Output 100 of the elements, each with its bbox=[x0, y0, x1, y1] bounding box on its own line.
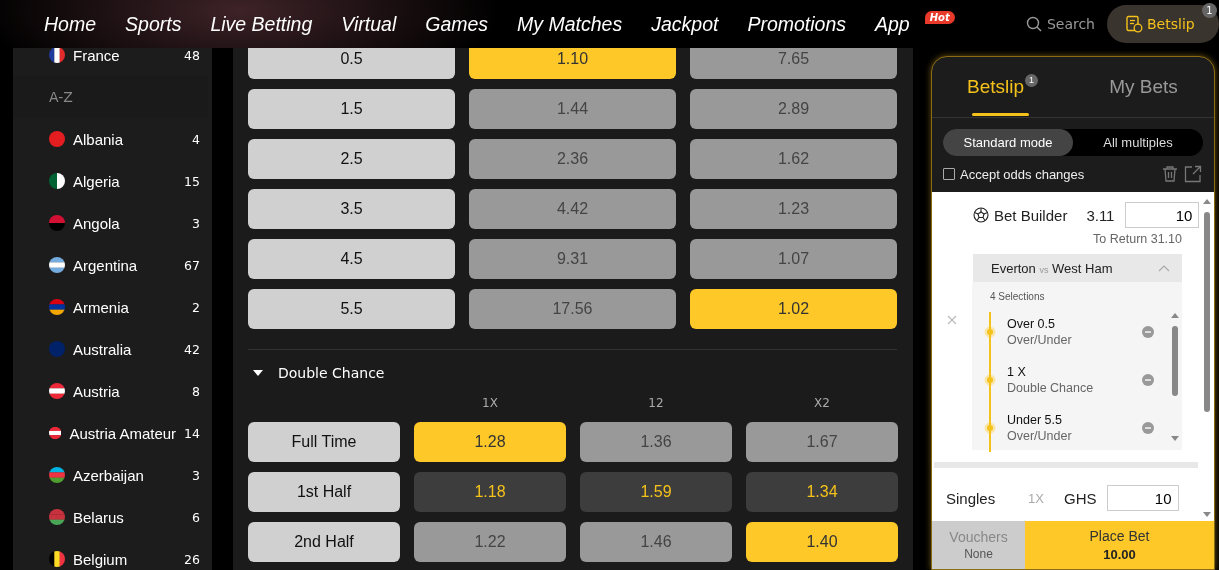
odds-button[interactable]: 1.46 bbox=[580, 522, 732, 562]
row-label: 1st Half bbox=[248, 472, 400, 512]
count-badge: 1 bbox=[1202, 3, 1217, 18]
search-button[interactable]: Search bbox=[1025, 16, 1095, 32]
country-name: Belgium bbox=[73, 550, 129, 568]
line-label: 0.5 bbox=[248, 48, 455, 79]
country-item[interactable]: Belgium 26 bbox=[13, 538, 212, 570]
nav-link[interactable]: Games bbox=[425, 12, 489, 36]
country-item[interactable]: Angola 3 bbox=[13, 202, 212, 244]
trash-icon bbox=[1161, 165, 1179, 183]
section-title: A-Z bbox=[49, 89, 73, 105]
search-icon bbox=[1025, 16, 1042, 32]
country-item[interactable]: Belarus 6 bbox=[13, 496, 212, 538]
hot-badge: Hot bbox=[924, 10, 955, 24]
nav-link[interactable]: My Matches bbox=[517, 12, 623, 36]
odds-button[interactable]: 1.34 bbox=[746, 472, 898, 512]
bet-title: Bet Builder bbox=[994, 206, 1068, 224]
match-count: 8 bbox=[192, 383, 200, 399]
country-item[interactable]: Austria Amateur 14 bbox=[13, 412, 212, 454]
nav-link[interactable]: Sports bbox=[125, 12, 182, 36]
odds-button[interactable]: 1.36 bbox=[580, 422, 732, 462]
mode-option[interactable]: Standard mode bbox=[943, 129, 1073, 156]
odds-button[interactable]: 1.22 bbox=[414, 522, 566, 562]
checkbox[interactable] bbox=[943, 168, 955, 180]
market-header[interactable]: Double Chance bbox=[248, 350, 897, 396]
match-count: 2 bbox=[192, 299, 200, 315]
remove-icon bbox=[1142, 326, 1154, 338]
match-header[interactable]: Everton vs West Ham bbox=[973, 254, 1182, 282]
flag-icon bbox=[49, 131, 65, 147]
country-name: Armenia bbox=[73, 298, 130, 316]
row-label: Full Time bbox=[248, 422, 400, 462]
singles-label: Singles bbox=[946, 489, 997, 507]
selection-market: Double Chance bbox=[1007, 381, 1095, 395]
timeline-dot bbox=[984, 326, 996, 338]
place-bet-button[interactable]: Place Bet 10.00 bbox=[1025, 521, 1214, 569]
nav-link[interactable]: Jackpot bbox=[651, 12, 719, 36]
country-item[interactable]: Armenia 2 bbox=[13, 286, 212, 328]
country-item[interactable]: Austria 8 bbox=[13, 370, 212, 412]
country-item[interactable]: Algeria 15 bbox=[13, 160, 212, 202]
flag-icon bbox=[49, 383, 65, 399]
remove-icon bbox=[1142, 422, 1154, 434]
betslip-tab[interactable]: Betslip 1 bbox=[932, 57, 1073, 117]
flag-icon bbox=[49, 299, 65, 315]
match-count: 3 bbox=[192, 467, 200, 483]
odds-button[interactable]: 2.36 bbox=[469, 139, 676, 179]
country-name: Angola bbox=[73, 214, 121, 232]
country-name: Austria bbox=[73, 382, 121, 400]
country-item[interactable]: Australia 42 bbox=[13, 328, 212, 370]
odds-button[interactable]: 1.40 bbox=[746, 522, 898, 562]
flag-icon bbox=[49, 509, 65, 525]
timeline-dot bbox=[984, 374, 996, 386]
odds-button[interactable]: 2.89 bbox=[690, 89, 897, 129]
bet-odds: 3.11 bbox=[1086, 206, 1115, 224]
flag-icon bbox=[49, 257, 65, 273]
chevron-up-icon bbox=[1158, 264, 1170, 272]
line-label: 4.5 bbox=[248, 239, 455, 279]
nav-link[interactable]: Live Betting bbox=[210, 12, 313, 36]
remove-icon bbox=[1142, 374, 1154, 386]
close-icon bbox=[947, 315, 957, 325]
stake-input[interactable]: 10 bbox=[1125, 202, 1200, 228]
nav-link[interactable]: App bbox=[875, 12, 910, 36]
currency-label: GHS bbox=[1064, 489, 1097, 507]
soccer-ball-icon bbox=[973, 207, 989, 223]
line-label: 3.5 bbox=[248, 189, 455, 229]
odds-button[interactable]: 1.28 bbox=[414, 422, 566, 462]
stake-input[interactable]: 10 bbox=[1106, 485, 1179, 511]
nav-link[interactable]: Virtual bbox=[341, 12, 397, 36]
odds-button[interactable]: 1.18 bbox=[414, 472, 566, 512]
odds-button[interactable]: 1.02 bbox=[690, 289, 897, 329]
multiplier-text: 1X bbox=[1028, 490, 1045, 506]
flag-icon bbox=[49, 173, 65, 189]
mode-option[interactable]: All multiples bbox=[1073, 129, 1203, 156]
external-link-icon bbox=[1184, 165, 1202, 183]
country-item[interactable]: Albania 4 bbox=[13, 118, 212, 160]
match-count: 3 bbox=[192, 215, 200, 231]
selection-pick: Over 0.5 bbox=[1007, 317, 1056, 331]
flag-icon bbox=[49, 425, 62, 441]
odds-button[interactable]: 7.65 bbox=[690, 48, 897, 79]
odds-button[interactable]: 1.59 bbox=[580, 472, 732, 512]
country-name: Azerbaijan bbox=[73, 466, 145, 484]
country-item[interactable]: Azerbaijan 3 bbox=[13, 454, 212, 496]
nav-link[interactable]: Home bbox=[44, 12, 97, 36]
betslip-tab[interactable]: My Bets bbox=[1073, 57, 1214, 117]
checkbox-label: Accept odds changes bbox=[960, 166, 1085, 182]
match-title: Everton vs West Ham bbox=[991, 260, 1113, 276]
flag-icon bbox=[49, 551, 65, 567]
betslip-icon bbox=[1125, 15, 1143, 33]
country-item[interactable]: Argentina 67 bbox=[13, 244, 212, 286]
line-label: 1.5 bbox=[248, 89, 455, 129]
vouchers-button[interactable]: Vouchers None bbox=[932, 521, 1025, 569]
line-label: 2.5 bbox=[248, 139, 455, 179]
match-count: 48 bbox=[184, 48, 200, 63]
match-count: 42 bbox=[184, 341, 200, 357]
flag-icon bbox=[49, 341, 65, 357]
selection-pick: Under 5.5 bbox=[1007, 413, 1063, 427]
odds-button[interactable]: 17.56 bbox=[469, 289, 676, 329]
country-item[interactable]: France 48 bbox=[13, 48, 212, 76]
betslip-button[interactable]: Betslip 1 bbox=[1107, 5, 1219, 43]
nav-link[interactable]: Promotions bbox=[747, 12, 846, 36]
odds-button[interactable]: 1.10 bbox=[469, 48, 676, 79]
